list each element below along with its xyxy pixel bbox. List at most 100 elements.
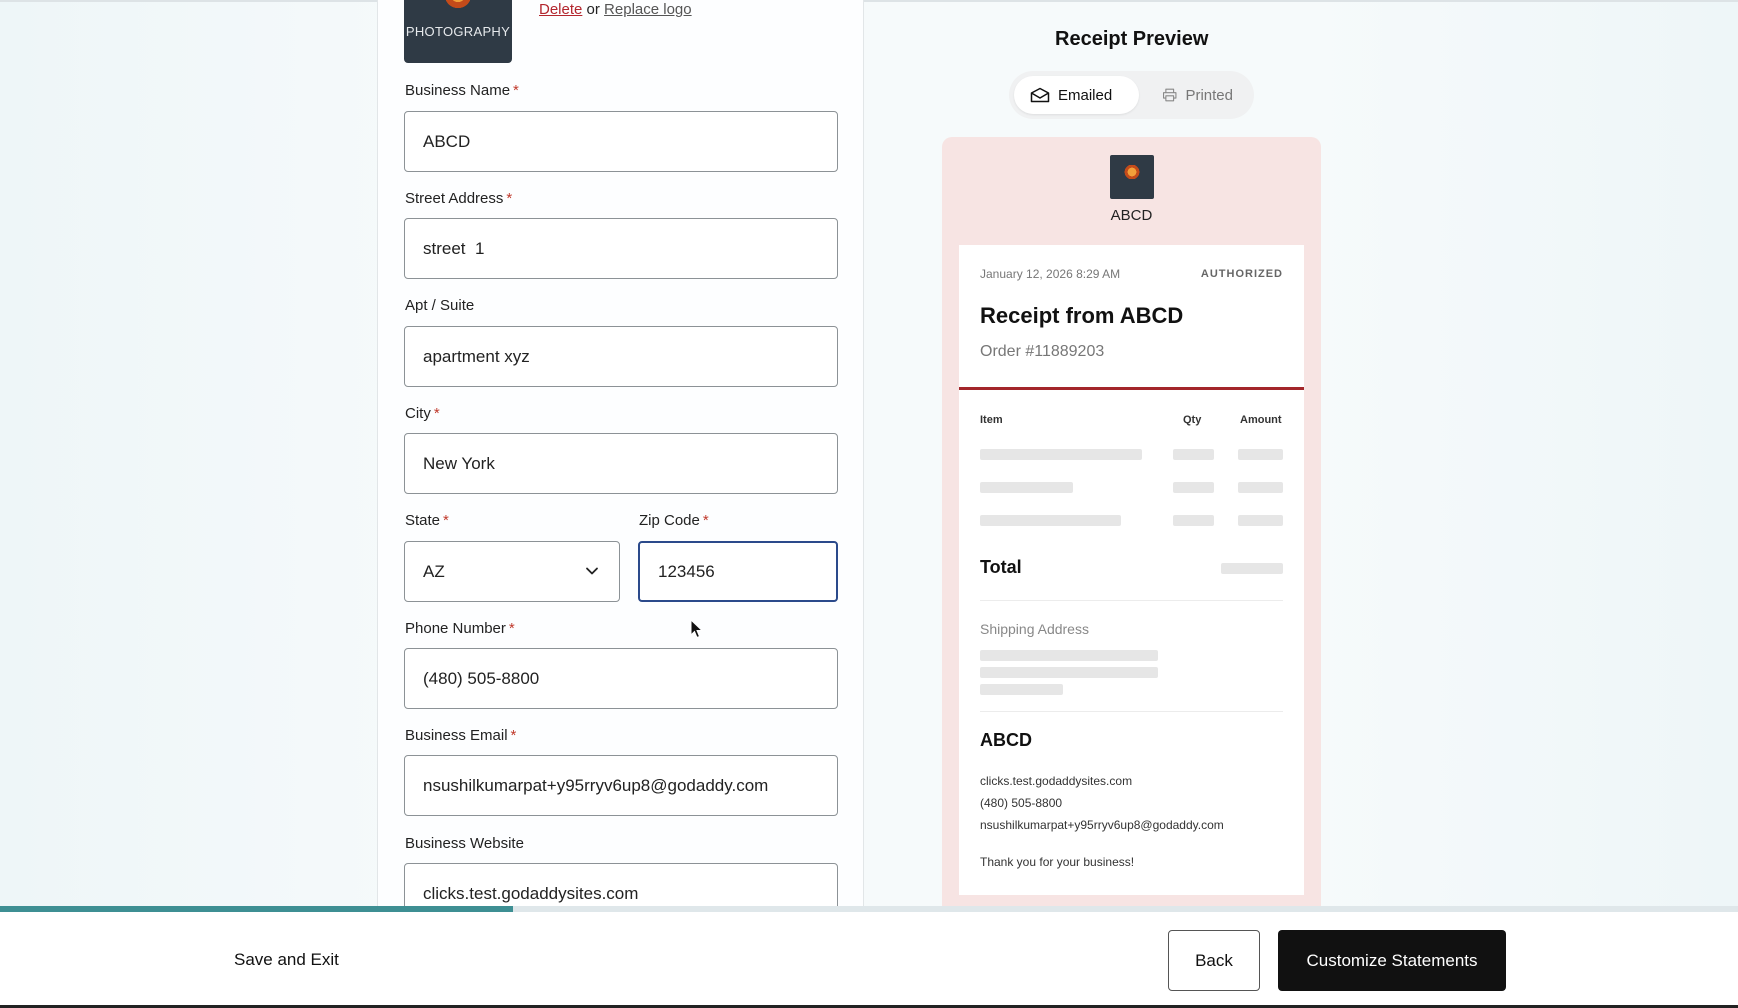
receipt-title: Receipt from ABCD [980, 303, 1184, 328]
shipping-address-label: Shipping Address [980, 621, 1089, 637]
receipt-email: nsushilkumarpat+y95rryv6up8@godaddy.com [980, 818, 1224, 832]
placeholder-qty [1173, 482, 1214, 493]
receipt-website: clicks.test.godaddysites.com [980, 774, 1133, 788]
placeholder-amount [1238, 515, 1283, 526]
receipt-logo [1110, 155, 1154, 199]
receipt-logo-emblem-icon [1122, 165, 1142, 179]
placeholder-item [980, 449, 1142, 460]
business-email-label: Business Email * [405, 727, 516, 744]
city-input[interactable]: New York [404, 433, 838, 494]
receipt-accent-divider [959, 387, 1304, 390]
business-name-label-text: Business Name [405, 82, 511, 99]
business-name-value: ABCD [423, 131, 471, 151]
placeholder-address-line [980, 684, 1063, 695]
placeholder-amount [1238, 482, 1283, 493]
divider [980, 711, 1283, 712]
receipt-phone: (480) 505-8800 [980, 796, 1063, 810]
logo-emblem-icon [438, 0, 478, 8]
receipt-thanks: Thank you for your business! [980, 855, 1135, 869]
tab-printed-label: Printed [1185, 86, 1233, 104]
customize-statements-button[interactable]: Customize Statements [1278, 930, 1506, 991]
receipt-type-toggle: Emailed Printed [1009, 71, 1254, 119]
divider [980, 600, 1283, 601]
receipt-card: January 12, 2026 8:29 AM AUTHORIZED Rece… [959, 245, 1304, 895]
state-label: State * [405, 512, 449, 529]
required-marker: * [513, 82, 519, 99]
receipt-total-label: Total [980, 557, 1022, 577]
top-border [0, 0, 1738, 2]
receipt-order-number: Order #11889203 [980, 343, 1105, 360]
save-and-exit-button[interactable]: Save and Exit [234, 950, 339, 970]
column-header-amount: Amount [1240, 414, 1282, 426]
city-label: City * [405, 405, 440, 422]
required-marker: * [510, 727, 517, 744]
envelope-icon [1030, 87, 1050, 103]
business-email-label-text: Business Email [405, 727, 508, 744]
placeholder-total [1221, 563, 1283, 574]
mouse-cursor-icon [690, 619, 704, 639]
business-logo: PHOTOGRAPHY [404, 0, 512, 63]
placeholder-item [980, 482, 1073, 493]
street-address-input[interactable]: street 1 [404, 218, 838, 279]
placeholder-address-line [980, 650, 1158, 661]
zip-code-value: 123456 [658, 561, 715, 581]
business-website-value: clicks.test.godaddysites.com [423, 883, 639, 903]
business-website-label-text: Business Website [405, 835, 524, 852]
required-marker: * [433, 405, 440, 422]
required-marker: * [508, 620, 515, 637]
back-button[interactable]: Back [1168, 930, 1260, 991]
delete-logo-link[interactable]: Delete [539, 1, 582, 18]
business-name-input[interactable]: ABCD [404, 111, 838, 172]
receipt-footer-business: ABCD [980, 730, 1032, 750]
logo-actions: Delete or Replace logo [539, 1, 692, 18]
street-address-value: street 1 [423, 238, 485, 258]
tab-printed[interactable]: Printed [1146, 76, 1249, 114]
business-name-label: Business Name * [405, 82, 519, 99]
business-info-form: PHOTOGRAPHY Delete or Replace logo Busin… [377, 0, 864, 906]
placeholder-qty [1173, 515, 1214, 526]
state-select[interactable]: AZ [404, 541, 620, 602]
state-value: AZ [423, 561, 445, 581]
business-email-input[interactable]: nsushilkumarpat+y95rryv6up8@godaddy.com [404, 755, 838, 816]
business-website-label: Business Website [405, 835, 524, 852]
phone-number-label-text: Phone Number [405, 620, 506, 637]
footer-bar: Save and Exit Back Customize Statements [0, 912, 1738, 1005]
placeholder-item [980, 515, 1121, 526]
street-address-label: Street Address * [405, 190, 512, 207]
city-label-text: City [405, 405, 431, 422]
placeholder-address-line [980, 667, 1158, 678]
required-marker: * [702, 512, 709, 529]
logo-text: PHOTOGRAPHY [405, 24, 511, 39]
business-website-input[interactable]: clicks.test.godaddysites.com [404, 863, 838, 906]
printer-icon [1163, 88, 1177, 102]
zip-code-label-text: Zip Code [639, 512, 700, 529]
receipt-business-name: ABCD [1110, 207, 1153, 224]
street-address-label-text: Street Address [405, 190, 504, 207]
logo-or-text: or [586, 1, 600, 18]
apt-suite-input[interactable]: apartment xyz [404, 326, 838, 387]
apt-suite-value: apartment xyz [423, 346, 530, 366]
phone-number-value: (480) 505-8800 [423, 668, 540, 688]
receipt-status-badge: AUTHORIZED [1200, 268, 1283, 280]
receipt-preview-title: Receipt Preview [1055, 28, 1209, 50]
phone-number-label: Phone Number * [405, 620, 515, 637]
chevron-down-icon [586, 567, 598, 575]
column-header-item: Item [980, 414, 1003, 426]
column-header-qty: Qty [1183, 414, 1202, 426]
replace-logo-link[interactable]: Replace logo [604, 1, 692, 18]
phone-number-input[interactable]: (480) 505-8800 [404, 648, 838, 709]
placeholder-qty [1173, 449, 1214, 460]
zip-code-input[interactable]: 123456 [638, 541, 838, 602]
receipt-preview: ABCD January 12, 2026 8:29 AM AUTHORIZED… [942, 137, 1321, 917]
placeholder-amount [1238, 449, 1283, 460]
state-label-text: State [405, 512, 441, 529]
tab-emailed-label: Emailed [1058, 86, 1113, 104]
required-marker: * [443, 512, 449, 529]
apt-suite-label: Apt / Suite [405, 297, 474, 314]
zip-code-label: Zip Code * [639, 512, 709, 529]
tab-emailed[interactable]: Emailed [1014, 76, 1139, 114]
receipt-date: January 12, 2026 8:29 AM [980, 267, 1121, 281]
apt-suite-label-text: Apt / Suite [405, 297, 475, 314]
required-marker: * [506, 190, 513, 207]
city-value: New York [423, 453, 495, 473]
